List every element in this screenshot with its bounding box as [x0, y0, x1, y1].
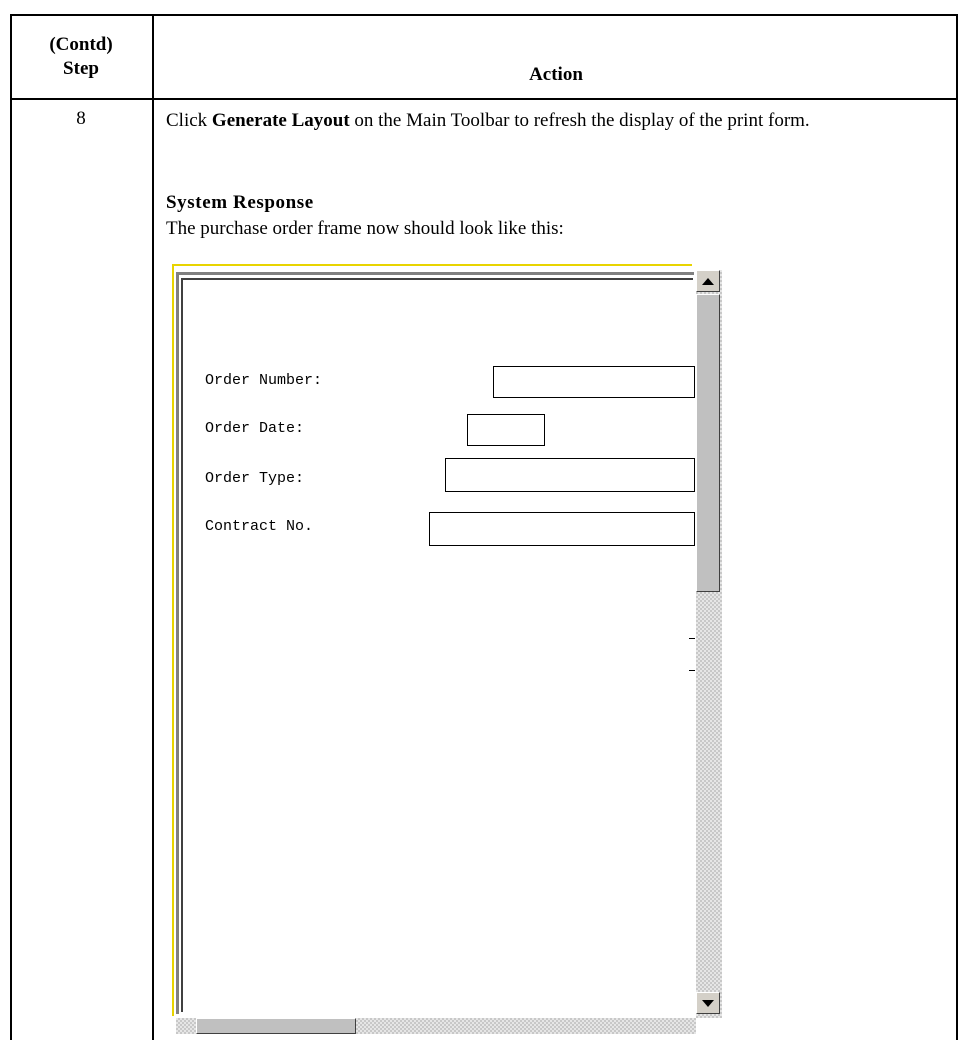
- scroll-up-button[interactable]: [696, 270, 720, 292]
- column-header-step-line2: Step: [63, 58, 99, 79]
- field-marker-tick: [689, 638, 695, 639]
- purchase-order-frame-screenshot: Order Number: Order Date: Order Type: Co…: [172, 264, 724, 1034]
- instruction-prefix: Click: [166, 110, 212, 131]
- system-response-text: The purchase order frame now should look…: [166, 218, 564, 239]
- column-header-step-line1: (Contd): [49, 34, 113, 55]
- step-number: 8: [76, 108, 86, 129]
- instruction-text: Click Generate Layout on the Main Toolba…: [166, 108, 950, 134]
- order-type-label: Order Type:: [205, 470, 305, 487]
- selection-border-left: [172, 264, 174, 1016]
- contract-no-label: Contract No.: [205, 518, 314, 535]
- table-border-left: [10, 14, 12, 1040]
- horizontal-scrollbar[interactable]: [176, 1018, 696, 1034]
- table-border-right: [956, 14, 958, 1040]
- contract-no-field[interactable]: [429, 512, 695, 546]
- table-border-middle: [152, 14, 154, 1040]
- print-form-canvas[interactable]: Order Number: Order Date: Order Type: Co…: [181, 278, 695, 1012]
- order-number-field[interactable]: [493, 366, 695, 398]
- column-header-step: (Contd) Step: [10, 16, 152, 98]
- arrow-down-icon: [702, 999, 714, 1007]
- order-type-field[interactable]: [445, 458, 695, 492]
- column-header-action-label: Action: [529, 64, 583, 85]
- vertical-scroll-thumb[interactable]: [696, 294, 720, 592]
- order-date-label: Order Date:: [205, 420, 305, 437]
- system-response-heading: System Response: [166, 192, 314, 213]
- horizontal-scroll-thumb[interactable]: [196, 1018, 356, 1034]
- arrow-up-icon: [702, 277, 714, 285]
- column-header-action: Action: [154, 16, 958, 98]
- field-marker-tick: [689, 670, 695, 671]
- instruction-suffix: on the Main Toolbar to refresh the displ…: [349, 110, 810, 131]
- order-date-field[interactable]: [467, 414, 545, 446]
- selection-border-top: [172, 264, 692, 266]
- scroll-down-button[interactable]: [696, 992, 720, 1014]
- instruction-command: Generate Layout: [211, 110, 350, 131]
- order-number-label: Order Number:: [205, 372, 323, 389]
- vertical-scrollbar[interactable]: [696, 270, 722, 1018]
